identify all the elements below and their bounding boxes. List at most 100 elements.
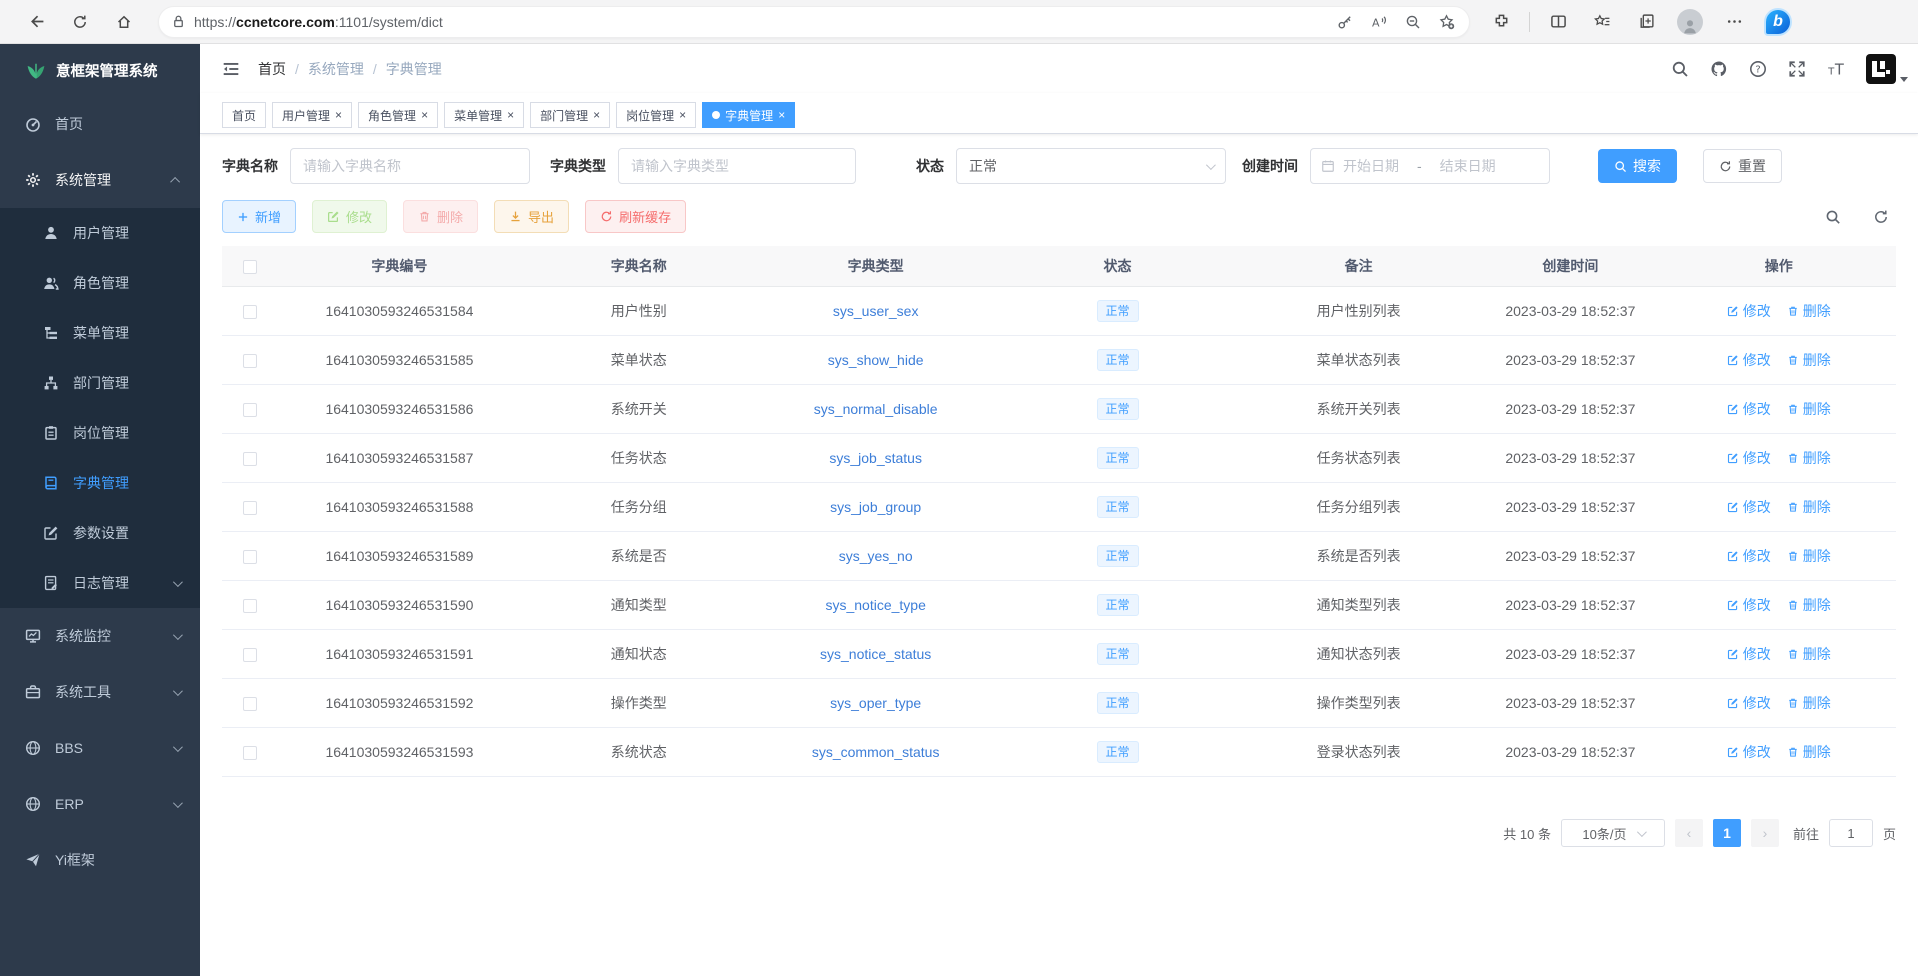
table-refresh-button[interactable]: [1866, 202, 1896, 232]
delete-button[interactable]: 删除: [403, 200, 478, 233]
browser-profile-avatar[interactable]: [1675, 7, 1705, 37]
row-edit-link[interactable]: 修改: [1727, 644, 1771, 664]
close-tab-icon[interactable]: ×: [421, 109, 428, 121]
row-delete-link[interactable]: 删除: [1787, 742, 1831, 762]
row-checkbox[interactable]: [243, 599, 257, 613]
page-tab[interactable]: 岗位管理 ×: [616, 102, 696, 128]
row-edit-link[interactable]: 修改: [1727, 497, 1771, 517]
sidebar-subitem[interactable]: 参数设置: [0, 508, 200, 558]
browser-back-button[interactable]: [21, 7, 51, 37]
page-size-select[interactable]: 10条/页: [1561, 819, 1665, 847]
status-select[interactable]: 正常: [956, 148, 1226, 184]
dict-name-input[interactable]: [290, 148, 530, 184]
help-icon[interactable]: [1749, 60, 1767, 78]
site-lock-icon[interactable]: [171, 14, 186, 29]
url-text[interactable]: https://ccnetcore.com:1101/system/dict: [194, 14, 1325, 30]
fullscreen-icon[interactable]: [1788, 60, 1806, 78]
goto-page-input[interactable]: [1829, 819, 1873, 847]
sidebar-subitem[interactable]: 部门管理: [0, 358, 200, 408]
dict-type-link[interactable]: sys_notice_status: [820, 646, 931, 662]
sidebar-item-system-management[interactable]: 系统管理: [0, 152, 200, 208]
dict-type-link[interactable]: sys_oper_type: [830, 695, 921, 711]
row-delete-link[interactable]: 删除: [1787, 693, 1831, 713]
dict-type-link[interactable]: sys_job_group: [830, 499, 921, 515]
reset-button[interactable]: 重置: [1703, 149, 1782, 183]
sidebar-subitem[interactable]: 角色管理: [0, 258, 200, 308]
row-delete-link[interactable]: 删除: [1787, 644, 1831, 664]
row-edit-link[interactable]: 修改: [1727, 350, 1771, 370]
sidebar-item[interactable]: ERP: [0, 776, 200, 832]
read-aloud-icon[interactable]: [1365, 8, 1393, 36]
prev-page-button[interactable]: ‹: [1675, 819, 1703, 847]
browser-refresh-button[interactable]: [65, 7, 95, 37]
row-edit-link[interactable]: 修改: [1727, 595, 1771, 615]
row-checkbox[interactable]: [243, 697, 257, 711]
github-icon[interactable]: [1710, 60, 1728, 78]
dict-type-link[interactable]: sys_notice_type: [825, 597, 925, 613]
close-tab-icon[interactable]: ×: [778, 109, 785, 121]
close-tab-icon[interactable]: ×: [593, 109, 600, 121]
date-range-picker[interactable]: 开始日期 - 结束日期: [1310, 148, 1550, 184]
close-tab-icon[interactable]: ×: [335, 109, 342, 121]
row-delete-link[interactable]: 删除: [1787, 399, 1831, 419]
next-page-button[interactable]: ›: [1751, 819, 1779, 847]
row-edit-link[interactable]: 修改: [1727, 546, 1771, 566]
search-button[interactable]: 搜索: [1598, 149, 1677, 183]
browser-home-button[interactable]: [109, 7, 139, 37]
row-edit-link[interactable]: 修改: [1727, 693, 1771, 713]
row-delete-link[interactable]: 删除: [1787, 595, 1831, 615]
sidebar-subitem[interactable]: 日志管理: [0, 558, 200, 608]
page-tab[interactable]: 用户管理 ×: [272, 102, 352, 128]
row-checkbox[interactable]: [243, 550, 257, 564]
sidebar-subitem[interactable]: 岗位管理: [0, 408, 200, 458]
sidebar-subitem[interactable]: 用户管理: [0, 208, 200, 258]
dict-type-link[interactable]: sys_user_sex: [833, 303, 919, 319]
table-search-toggle-button[interactable]: [1818, 202, 1848, 232]
dict-type-link[interactable]: sys_common_status: [812, 744, 940, 760]
dict-type-link[interactable]: sys_yes_no: [839, 548, 913, 564]
row-edit-link[interactable]: 修改: [1727, 301, 1771, 321]
row-edit-link[interactable]: 修改: [1727, 399, 1771, 419]
row-checkbox[interactable]: [243, 648, 257, 662]
edit-button[interactable]: 修改: [312, 200, 387, 233]
dict-type-link[interactable]: sys_normal_disable: [814, 401, 938, 417]
header-search-icon[interactable]: [1671, 60, 1689, 78]
collapse-sidebar-icon[interactable]: [222, 60, 240, 78]
row-delete-link[interactable]: 删除: [1787, 546, 1831, 566]
row-edit-link[interactable]: 修改: [1727, 448, 1771, 468]
current-page-button[interactable]: 1: [1713, 819, 1741, 847]
dict-type-input[interactable]: [618, 148, 856, 184]
extensions-icon[interactable]: [1486, 7, 1516, 37]
export-button[interactable]: 导出: [494, 200, 569, 233]
add-favorite-star-icon[interactable]: [1433, 8, 1461, 36]
browser-more-menu-icon[interactable]: [1719, 7, 1749, 37]
row-checkbox[interactable]: [243, 305, 257, 319]
sidebar-item[interactable]: 系统工具: [0, 664, 200, 720]
close-tab-icon[interactable]: ×: [507, 109, 514, 121]
select-all-checkbox[interactable]: [243, 260, 257, 274]
sidebar-item[interactable]: Yi框架: [0, 832, 200, 888]
dict-type-link[interactable]: sys_show_hide: [828, 352, 924, 368]
row-checkbox[interactable]: [243, 452, 257, 466]
row-delete-link[interactable]: 删除: [1787, 497, 1831, 517]
row-edit-link[interactable]: 修改: [1727, 742, 1771, 762]
refresh-cache-button[interactable]: 刷新缓存: [585, 200, 686, 233]
split-screen-icon[interactable]: [1543, 7, 1573, 37]
zoom-out-icon[interactable]: [1399, 8, 1427, 36]
collections-icon[interactable]: [1631, 7, 1661, 37]
page-tab[interactable]: 首页 ×: [222, 102, 266, 128]
bing-chat-icon[interactable]: b: [1763, 7, 1793, 37]
dict-type-link[interactable]: sys_job_status: [829, 450, 922, 466]
address-bar[interactable]: https://ccnetcore.com:1101/system/dict: [158, 6, 1470, 38]
password-key-icon[interactable]: [1331, 8, 1359, 36]
page-tab[interactable]: 角色管理 ×: [358, 102, 438, 128]
sidebar-subitem[interactable]: 菜单管理: [0, 308, 200, 358]
row-delete-link[interactable]: 删除: [1787, 448, 1831, 468]
sidebar-item[interactable]: BBS: [0, 720, 200, 776]
row-checkbox[interactable]: [243, 354, 257, 368]
row-checkbox[interactable]: [243, 746, 257, 760]
sidebar-item[interactable]: 系统监控: [0, 608, 200, 664]
row-delete-link[interactable]: 删除: [1787, 301, 1831, 321]
row-checkbox[interactable]: [243, 501, 257, 515]
sidebar-subitem[interactable]: 字典管理: [0, 458, 200, 508]
